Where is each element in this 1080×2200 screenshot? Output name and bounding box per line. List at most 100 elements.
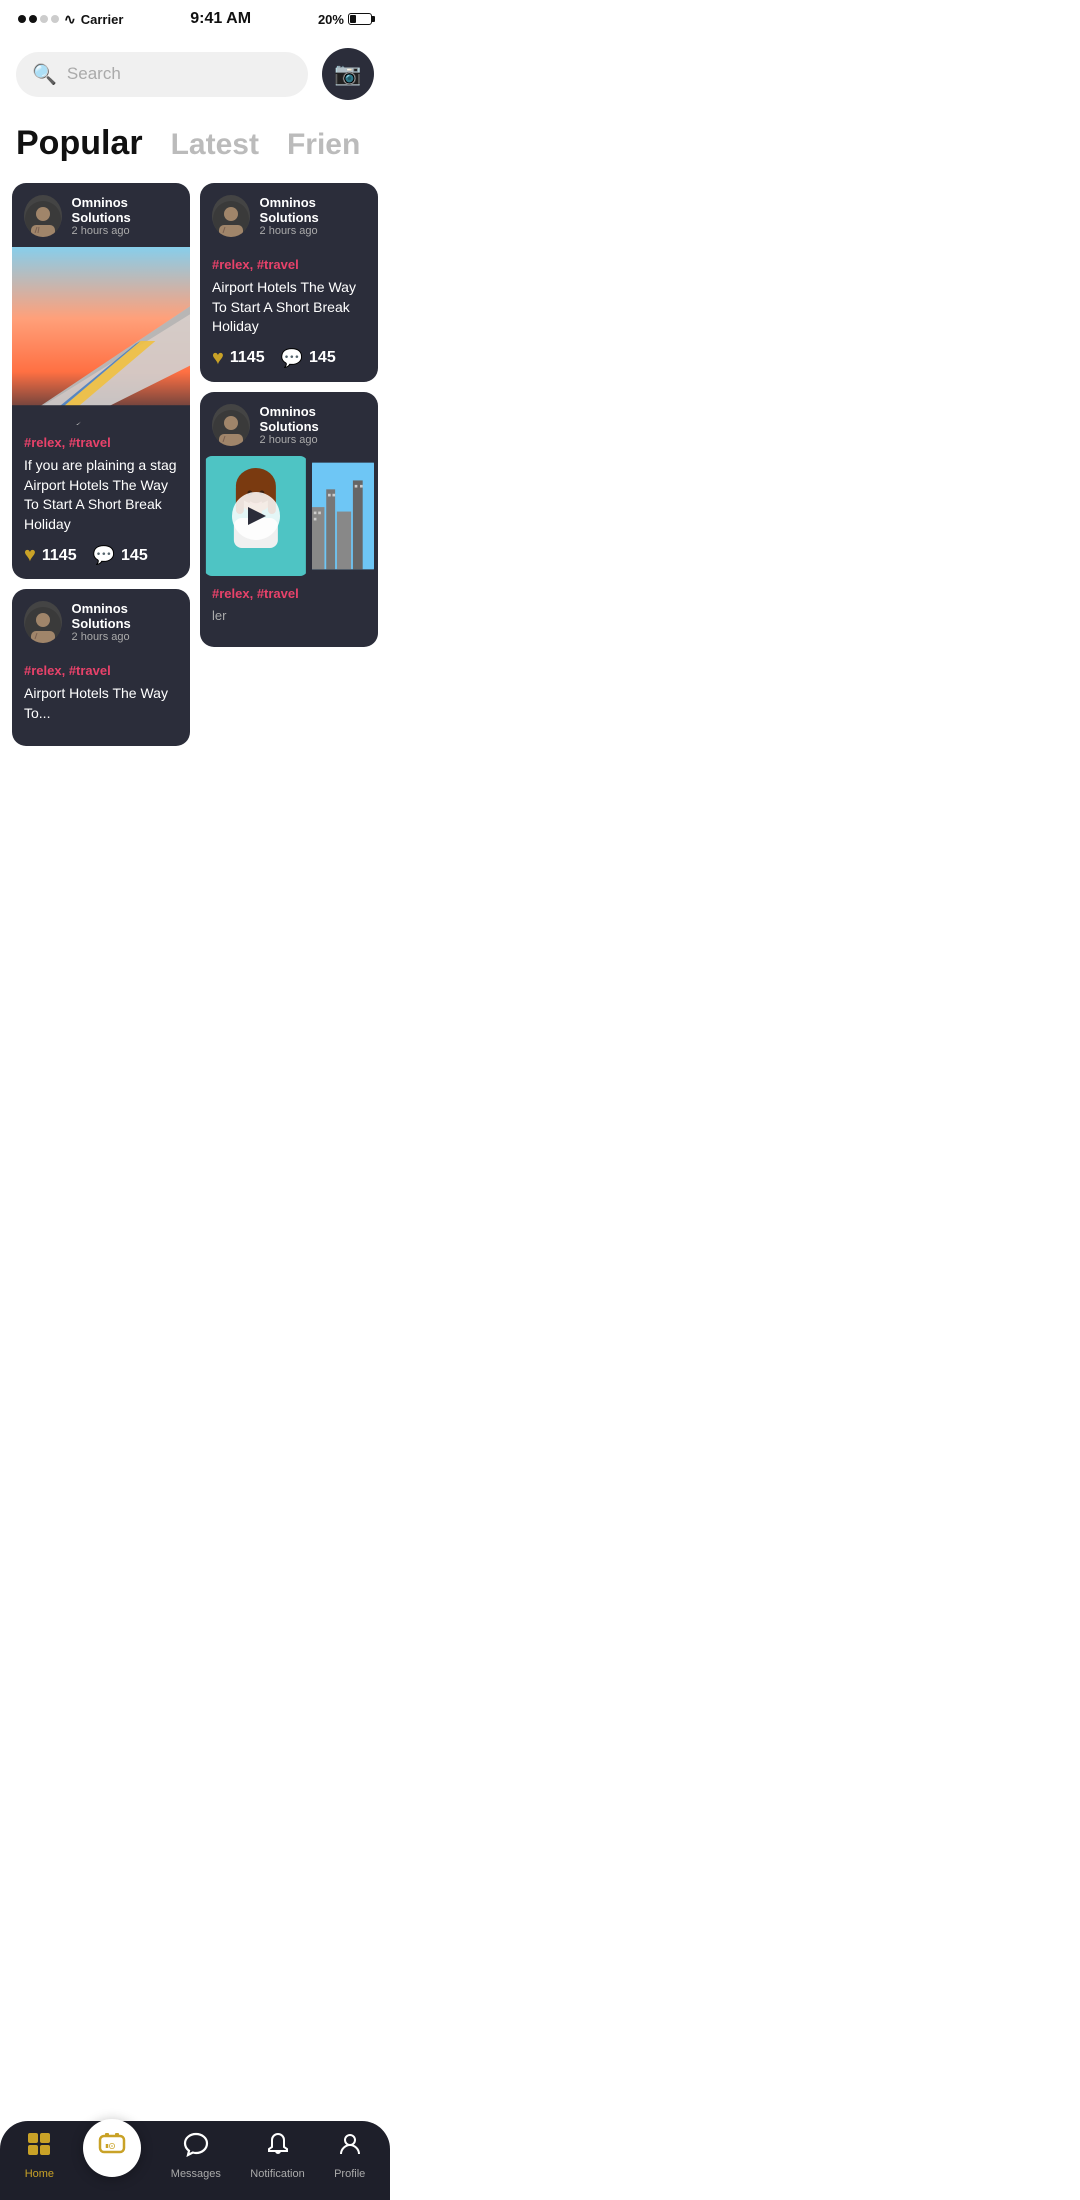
card-3-author-name: Omninos Solutions (72, 601, 178, 631)
cards-grid: Omninos Solutions 2 hours ago (0, 173, 390, 826)
card-3-tags: #relex, #travel (24, 663, 178, 678)
card-2-author: Omninos Solutions 2 hours ago (260, 195, 366, 237)
notification-icon-svg (265, 2131, 291, 2157)
home-icon (26, 2131, 52, 2164)
camera-button[interactable]: 📷 (322, 48, 374, 100)
search-bar[interactable]: 🔍 Search (16, 52, 308, 97)
profile-label: Profile (334, 2168, 365, 2180)
carrier-label: Carrier (81, 12, 124, 27)
tabs-row: Popular Latest Frien (0, 110, 390, 173)
card-4-author-time: 2 hours ago (260, 434, 366, 446)
status-right: 20% (318, 12, 372, 27)
battery-body (348, 13, 372, 25)
nav-item-profile[interactable]: Profile (334, 2131, 365, 2180)
search-row: 🔍 Search 📷 (0, 34, 390, 110)
messages-label: Messages (171, 2168, 221, 2180)
card-4-tags: #relex, #travel (212, 586, 366, 601)
avatar-svg-3 (25, 607, 61, 643)
status-bar: ∿ Carrier 9:41 AM 20% (0, 0, 390, 34)
card-3-header: Omninos Solutions 2 hours ago (12, 589, 190, 653)
card-1[interactable]: Omninos Solutions 2 hours ago (12, 183, 190, 579)
heart-icon: ♥ (24, 544, 36, 567)
profile-icon (337, 2131, 363, 2164)
wifi-icon: ∿ (64, 11, 76, 28)
signal-dot-3 (40, 15, 48, 23)
bottom-nav: Home Messages (0, 2121, 390, 2200)
feed-icon (98, 2130, 126, 2165)
card-2-title: Airport Hotels The Way To Start A Short … (212, 278, 366, 337)
card-2-author-time: 2 hours ago (260, 225, 366, 237)
card-2-comments: 💬 145 (281, 348, 336, 369)
notification-icon (265, 2131, 291, 2164)
card-1-author: Omninos Solutions 2 hours ago (72, 195, 178, 237)
messages-icon-svg (183, 2131, 209, 2157)
card-4[interactable]: Omninos Solutions 2 hours ago (200, 392, 378, 647)
card-1-likes-count: 1145 (42, 547, 77, 565)
play-button[interactable] (232, 492, 280, 540)
profile-icon-svg (337, 2131, 363, 2157)
card-4-image-2 (312, 456, 374, 576)
card-3-body: #relex, #travel Airport Hotels The WayTo… (12, 653, 190, 745)
feed-icon-svg (98, 2130, 126, 2158)
tab-latest[interactable]: Latest (171, 128, 259, 162)
card-2-author-name: Omninos Solutions (260, 195, 366, 225)
card-1-author-time: 2 hours ago (72, 225, 178, 237)
airplane-svg (12, 247, 190, 425)
card-2-likes: ♥ 1145 (212, 347, 265, 370)
status-time: 9:41 AM (190, 10, 251, 28)
avatar (24, 195, 62, 237)
signal-dot-2 (29, 15, 37, 23)
card-2-likes-count: 1145 (230, 349, 265, 367)
avatar (212, 195, 250, 237)
battery-fill (350, 15, 356, 23)
column-1: Omninos Solutions 2 hours ago (12, 183, 190, 746)
comment-icon: 💬 (93, 545, 115, 566)
card-3-title: Airport Hotels The WayTo... (24, 684, 178, 723)
heart-icon-2: ♥ (212, 347, 224, 370)
card-3-author: Omninos Solutions 2 hours ago (72, 601, 178, 643)
card-2-tags: #relex, #travel (212, 257, 366, 272)
card-1-image (12, 247, 190, 425)
search-placeholder: Search (67, 64, 121, 84)
card-2-header: Omninos Solutions 2 hours ago (200, 183, 378, 247)
nav-item-home[interactable]: Home (25, 2131, 54, 2180)
card-4-header: Omninos Solutions 2 hours ago (200, 392, 378, 456)
card-2[interactable]: Omninos Solutions 2 hours ago #relex, #t… (200, 183, 378, 382)
avatar (24, 601, 62, 643)
avatar (212, 404, 250, 446)
nav-item-notification[interactable]: Notification (250, 2131, 304, 2180)
card-4-image-1[interactable] (204, 456, 308, 576)
tab-friends[interactable]: Frien (287, 128, 360, 162)
card-1-tags: #relex, #travel (24, 435, 178, 450)
camera-icon: 📷 (334, 61, 361, 87)
signal-dot-1 (18, 15, 26, 23)
city-image-svg (312, 456, 374, 576)
card-1-likes: ♥ 1145 (24, 544, 77, 567)
notification-label: Notification (250, 2168, 304, 2180)
play-triangle (248, 507, 266, 525)
avatar-svg (25, 201, 61, 237)
card-2-body: #relex, #travel Airport Hotels The Way T… (200, 247, 378, 382)
card-1-stats: ♥ 1145 💬 145 (24, 544, 178, 567)
nav-item-messages[interactable]: Messages (171, 2131, 221, 2180)
card-4-body: #relex, #travel ler (200, 576, 378, 647)
nav-center-button[interactable] (83, 2119, 141, 2177)
card-1-comments-count: 145 (121, 547, 148, 565)
card-3[interactable]: Omninos Solutions 2 hours ago #relex, #t… (12, 589, 190, 745)
battery-icon (348, 13, 372, 25)
signal-dot-4 (51, 15, 59, 23)
tab-popular[interactable]: Popular (16, 124, 143, 163)
avatar-svg-4 (213, 410, 249, 446)
card-2-stats: ♥ 1145 💬 145 (212, 347, 366, 370)
search-icon: 🔍 (32, 62, 57, 87)
card-1-title: If you are plaining a stag Airport Hotel… (24, 456, 178, 534)
status-left: ∿ Carrier (18, 11, 123, 28)
card-4-author-name: Omninos Solutions (260, 404, 366, 434)
home-label: Home (25, 2168, 54, 2180)
card-1-header: Omninos Solutions 2 hours ago (12, 183, 190, 247)
comment-icon-2: 💬 (281, 348, 303, 369)
card-3-author-time: 2 hours ago (72, 631, 178, 643)
card-4-images (200, 456, 378, 576)
signal-dots (18, 15, 59, 23)
card-1-comments: 💬 145 (93, 545, 148, 566)
